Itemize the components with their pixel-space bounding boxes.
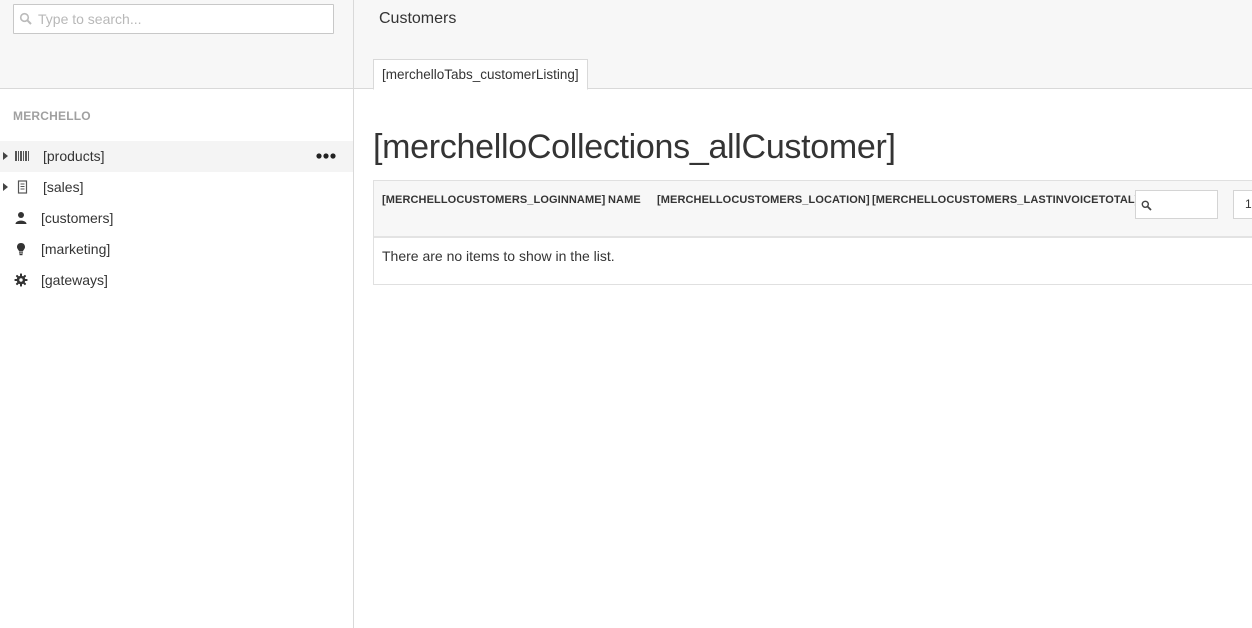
search-icon [1141,200,1152,211]
user-icon [15,212,27,224]
customer-list: [MERCHELLOCUSTOMERS_LOGINNAME] NAME [MER… [373,180,1252,285]
ellipsis-icon[interactable] [315,147,337,165]
filter-input[interactable] [1154,194,1214,216]
tree-item-marketing[interactable]: [marketing] [0,234,353,265]
tree-item-label: [gateways] [41,272,108,288]
collection-title: [merchelloCollections_allCustomer] [373,128,896,166]
expand-caret-icon[interactable] [3,152,8,160]
search-icon [19,12,32,25]
receipt-icon [17,180,28,194]
tree-item-sales[interactable]: [sales] [0,172,353,203]
bulb-icon [17,243,25,256]
tab-customer-listing[interactable]: [merchelloTabs_customerListing] [373,59,588,90]
empty-list-message: There are no items to show in the list. [382,248,615,264]
expand-caret-icon[interactable] [3,183,8,191]
barcode-icon [15,151,29,161]
column-header-location[interactable]: [MERCHELLOCUSTOMERS_LOCATION] [657,194,870,206]
filter-box[interactable] [1135,190,1218,219]
gear-icon [14,273,28,287]
column-header-lastinvoicetotal[interactable]: [MERCHELLOCUSTOMERS_LASTINVOICETOTAL] [872,194,1138,206]
page-number-input[interactable]: 1 [1233,190,1252,219]
section-tree: [products] [sales] [customers] [marketin… [0,141,353,296]
tree-item-label: [products] [43,148,105,164]
tree-item-customers[interactable]: [customers] [0,203,353,234]
tree-item-label: [marketing] [41,241,111,257]
page-title: Customers [379,10,457,27]
search-box[interactable] [13,4,334,34]
tree-item-label: [sales] [43,179,84,195]
main-header: Customers [merchelloTabs_customerListing… [354,0,1252,90]
tree-item-label: [customers] [41,210,114,226]
tree-item-gateways[interactable]: [gateways] [0,265,353,296]
sidebar-search-area [0,0,353,89]
search-input[interactable] [38,7,328,31]
column-header-loginname[interactable]: [MERCHELLOCUSTOMERS_LOGINNAME] [382,194,605,206]
section-title: MERCHELLO [13,109,91,123]
tree-item-products[interactable]: [products] [0,141,353,172]
list-header: [MERCHELLOCUSTOMERS_LOGINNAME] NAME [MER… [374,181,1252,238]
sidebar: MERCHELLO [products] [0,0,354,628]
column-header-name[interactable]: NAME [608,194,641,206]
